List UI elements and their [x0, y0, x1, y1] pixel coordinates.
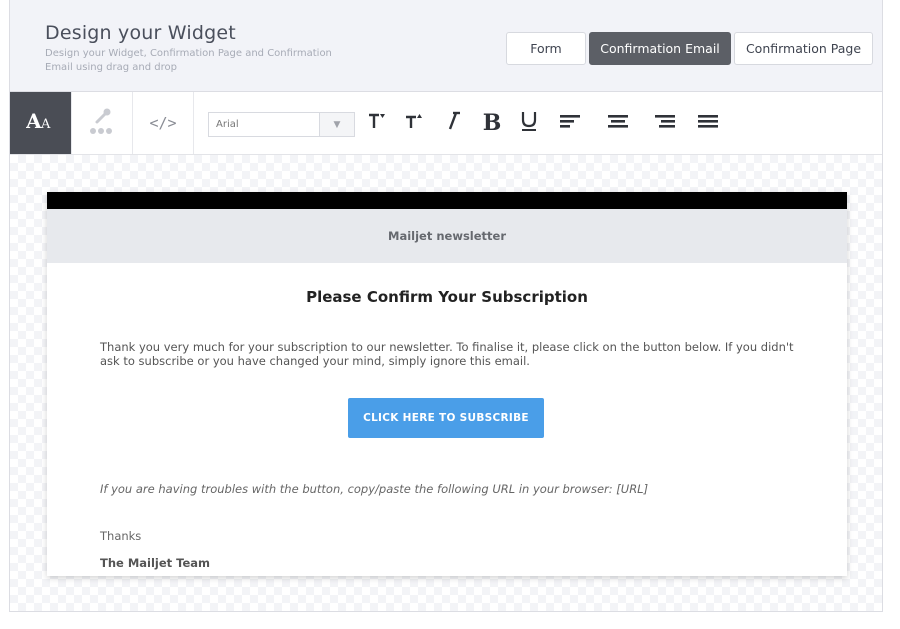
align-left-button[interactable]: [555, 106, 585, 140]
tool-tab-colors[interactable]: [72, 92, 133, 154]
bold-icon: B: [482, 110, 502, 136]
editor-canvas: Mailjet newsletter Please Confirm Your S…: [10, 155, 882, 611]
color-dropper-icon: [88, 106, 116, 140]
font-family-value: Arial: [216, 119, 239, 130]
svg-text:A: A: [26, 110, 42, 132]
svg-text:A: A: [40, 117, 51, 132]
widget-designer: Design your Widget Design your Widget, C…: [9, 0, 883, 612]
italic-button[interactable]: [438, 106, 468, 140]
email-brand-label: Mailjet newsletter: [388, 229, 506, 243]
tool-tab-text-style[interactable]: A A: [10, 92, 72, 154]
align-center-button[interactable]: [603, 106, 633, 140]
email-title[interactable]: Please Confirm Your Subscription: [47, 288, 847, 306]
underline-button[interactable]: [514, 106, 544, 140]
font-family-select[interactable]: Arial ▼: [208, 112, 355, 137]
align-justify-icon: [697, 113, 719, 133]
email-brand-header[interactable]: Mailjet newsletter: [47, 209, 847, 263]
page-title: Design your Widget: [45, 22, 236, 44]
font-size-increase-button[interactable]: [398, 106, 428, 140]
align-left-icon: [559, 113, 581, 133]
page-subtitle: Design your Widget, Confirmation Page an…: [45, 48, 332, 73]
align-right-button[interactable]: [650, 106, 680, 140]
email-body-text[interactable]: Thank you very much for your subscriptio…: [100, 340, 800, 368]
email-signature[interactable]: The Mailjet Team: [100, 556, 210, 570]
tab-form[interactable]: Form: [506, 32, 586, 65]
tab-confirmation-email[interactable]: Confirmation Email: [589, 32, 731, 65]
font-size-increase-icon: [403, 111, 423, 135]
underline-icon: [519, 110, 539, 136]
code-icon: </>: [149, 114, 177, 132]
email-thanks[interactable]: Thanks: [100, 529, 141, 543]
email-url-note[interactable]: If you are having troubles with the butt…: [100, 482, 648, 496]
font-size-decrease-icon: [366, 111, 386, 135]
italic-icon: [444, 111, 462, 135]
designer-header: Design your Widget Design your Widget, C…: [10, 0, 882, 92]
align-center-icon: [607, 113, 629, 133]
font-size-decrease-button[interactable]: [361, 106, 391, 140]
bold-button[interactable]: B: [477, 106, 507, 140]
tool-tab-code[interactable]: </>: [133, 92, 194, 154]
tab-confirmation-page[interactable]: Confirmation Page: [734, 32, 873, 65]
subscribe-button[interactable]: CLICK HERE TO SUBSCRIBE: [348, 398, 544, 438]
editor-toolbar: A A </> Arial ▼ B: [10, 92, 882, 155]
email-top-bar: [47, 192, 847, 209]
email-preview[interactable]: Mailjet newsletter Please Confirm Your S…: [47, 192, 847, 576]
chevron-down-icon: ▼: [319, 113, 354, 136]
align-justify-button[interactable]: [693, 106, 723, 140]
align-right-icon: [654, 113, 676, 133]
text-style-icon: A A: [25, 109, 56, 136]
